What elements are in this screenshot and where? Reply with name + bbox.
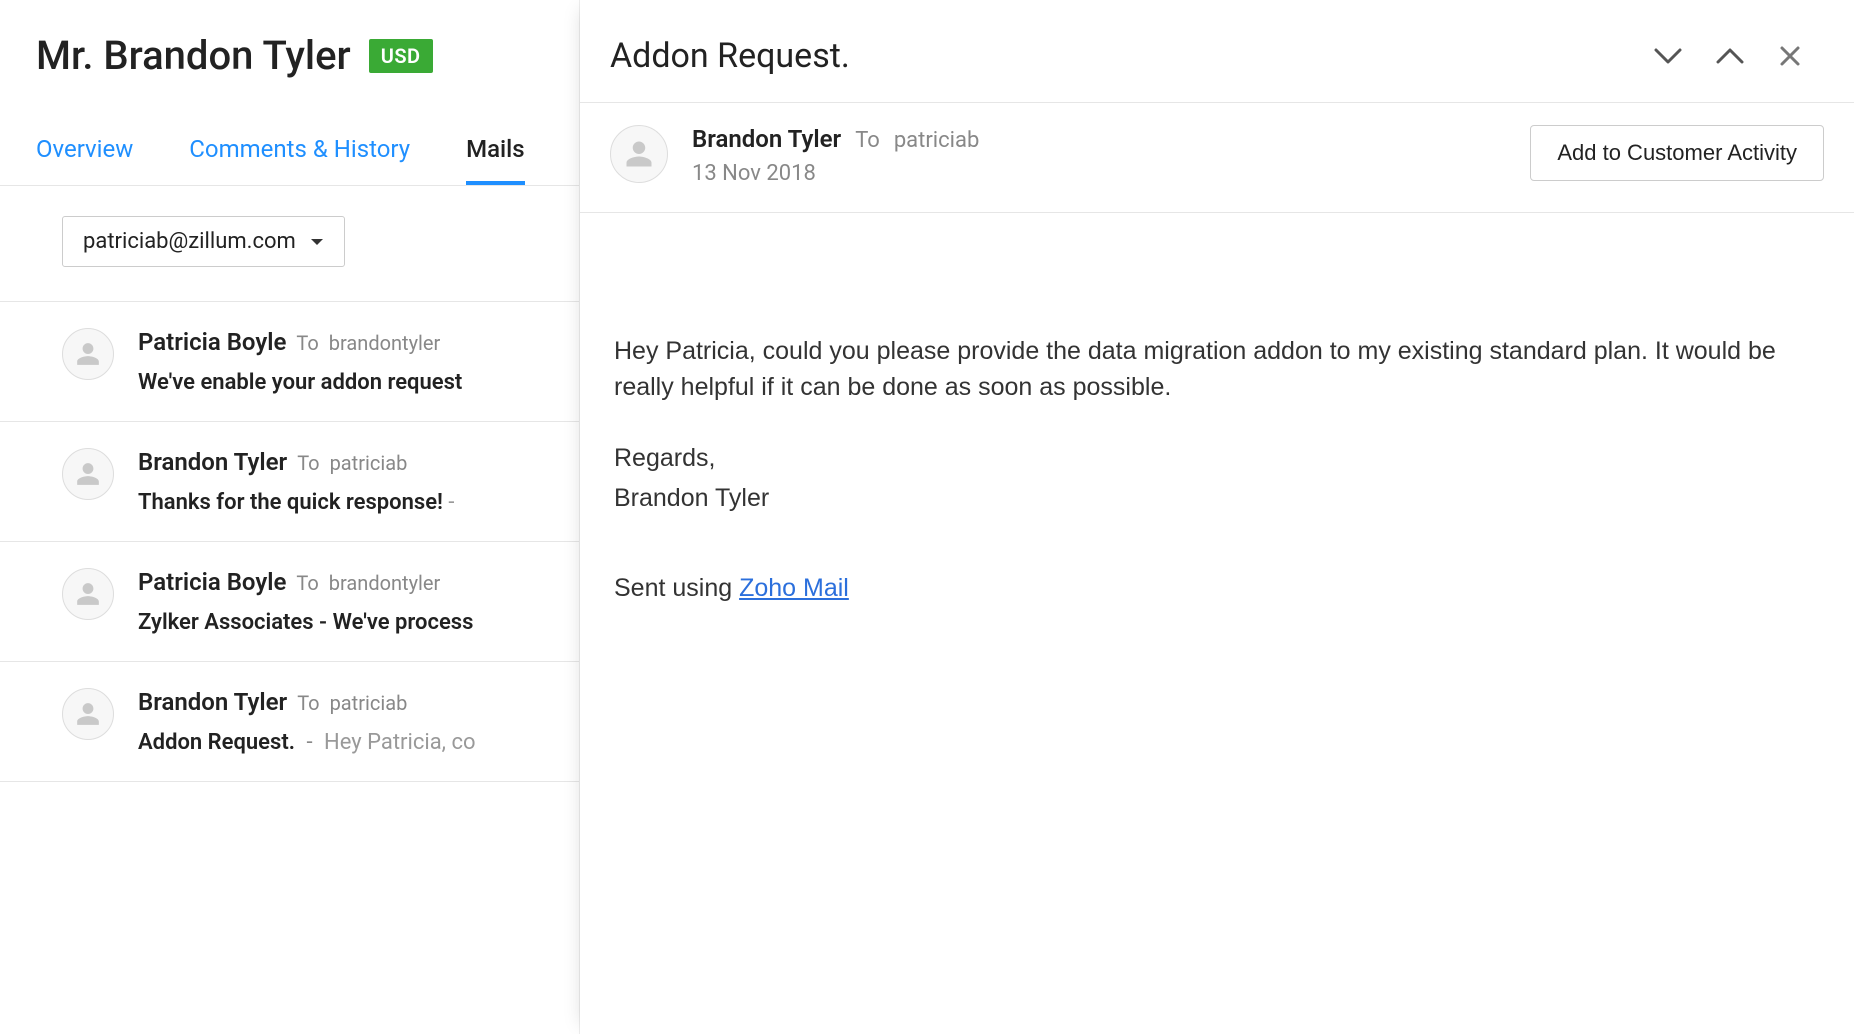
mail-from: Brandon Tyler [138, 688, 287, 716]
detail-to-label: To [855, 128, 880, 153]
email-filter-value: patriciab@zillum.com [83, 229, 296, 254]
chevron-down-icon [310, 237, 324, 247]
mail-to-label: To [296, 571, 318, 595]
detail-date: 13 Nov 2018 [692, 161, 1506, 186]
zoho-mail-link[interactable]: Zoho Mail [739, 574, 849, 602]
mail-item[interactable]: Brandon Tyler To patriciab Addon Request… [0, 662, 579, 782]
next-mail-button[interactable] [1654, 46, 1682, 66]
tab-mails[interactable]: Mails [466, 121, 525, 185]
currency-badge: USD [369, 39, 433, 73]
customer-name: Mr. Brandon Tyler [36, 32, 351, 79]
mail-subject: Thanks for the quick response! [138, 490, 443, 515]
mail-from: Patricia Boyle [138, 328, 286, 356]
mail-list: Patricia Boyle To brandontyler We've ena… [0, 302, 579, 1034]
avatar [610, 125, 668, 183]
mail-subject: Zylker Associates - We've process [138, 610, 473, 635]
sent-using-label: Sent using [614, 574, 739, 602]
detail-header: Addon Request. [580, 0, 1854, 103]
mail-to-label: To [297, 691, 319, 715]
mail-preview-sep: - [306, 730, 312, 755]
mail-subject: We've enable your addon request [138, 370, 462, 395]
close-button[interactable] [1778, 44, 1802, 68]
mail-regards: Regards, [614, 440, 1810, 476]
mail-item[interactable]: Brandon Tyler To patriciab Thanks for th… [0, 422, 579, 542]
avatar [62, 448, 114, 500]
mail-body: Hey Patricia, could you please provide t… [580, 213, 1854, 650]
customer-header: Mr. Brandon Tyler USD [0, 0, 579, 103]
mail-to: patriciab [330, 691, 408, 715]
mail-preview: Hey Patricia, co [324, 730, 476, 755]
mail-signature: Brandon Tyler [614, 480, 1810, 516]
detail-meta: Brandon Tyler To patriciab 13 Nov 2018 A… [580, 103, 1854, 213]
detail-title: Addon Request. [610, 36, 1654, 76]
avatar [62, 688, 114, 740]
detail-to: patriciab [894, 128, 980, 153]
mail-to: brandontyler [329, 571, 441, 595]
mail-item[interactable]: Patricia Boyle To brandontyler Zylker As… [0, 542, 579, 662]
mail-from: Brandon Tyler [138, 448, 287, 476]
avatar [62, 328, 114, 380]
filter-row: patriciab@zillum.com [0, 186, 579, 302]
tab-overview[interactable]: Overview [36, 121, 133, 185]
mail-item[interactable]: Patricia Boyle To brandontyler We've ena… [0, 302, 579, 422]
avatar [62, 568, 114, 620]
mail-to: brandontyler [329, 331, 441, 355]
mail-from: Patricia Boyle [138, 568, 286, 596]
mail-preview-sep: - [448, 490, 454, 515]
mail-to-label: To [297, 451, 319, 475]
mail-body-paragraph: Hey Patricia, could you please provide t… [614, 333, 1810, 406]
detail-from: Brandon Tyler [692, 125, 841, 153]
tabs: Overview Comments & History Mails [0, 121, 579, 186]
add-to-customer-activity-button[interactable]: Add to Customer Activity [1530, 125, 1824, 181]
detail-panel: Addon Request. Brandon Tyler [580, 0, 1854, 1034]
mail-subject: Addon Request. [138, 730, 295, 755]
left-panel: Mr. Brandon Tyler USD Overview Comments … [0, 0, 580, 1034]
prev-mail-button[interactable] [1716, 46, 1744, 66]
mail-to-label: To [296, 331, 318, 355]
email-filter-dropdown[interactable]: patriciab@zillum.com [62, 216, 345, 267]
tab-comments-history[interactable]: Comments & History [189, 121, 410, 185]
mail-to: patriciab [330, 451, 408, 475]
